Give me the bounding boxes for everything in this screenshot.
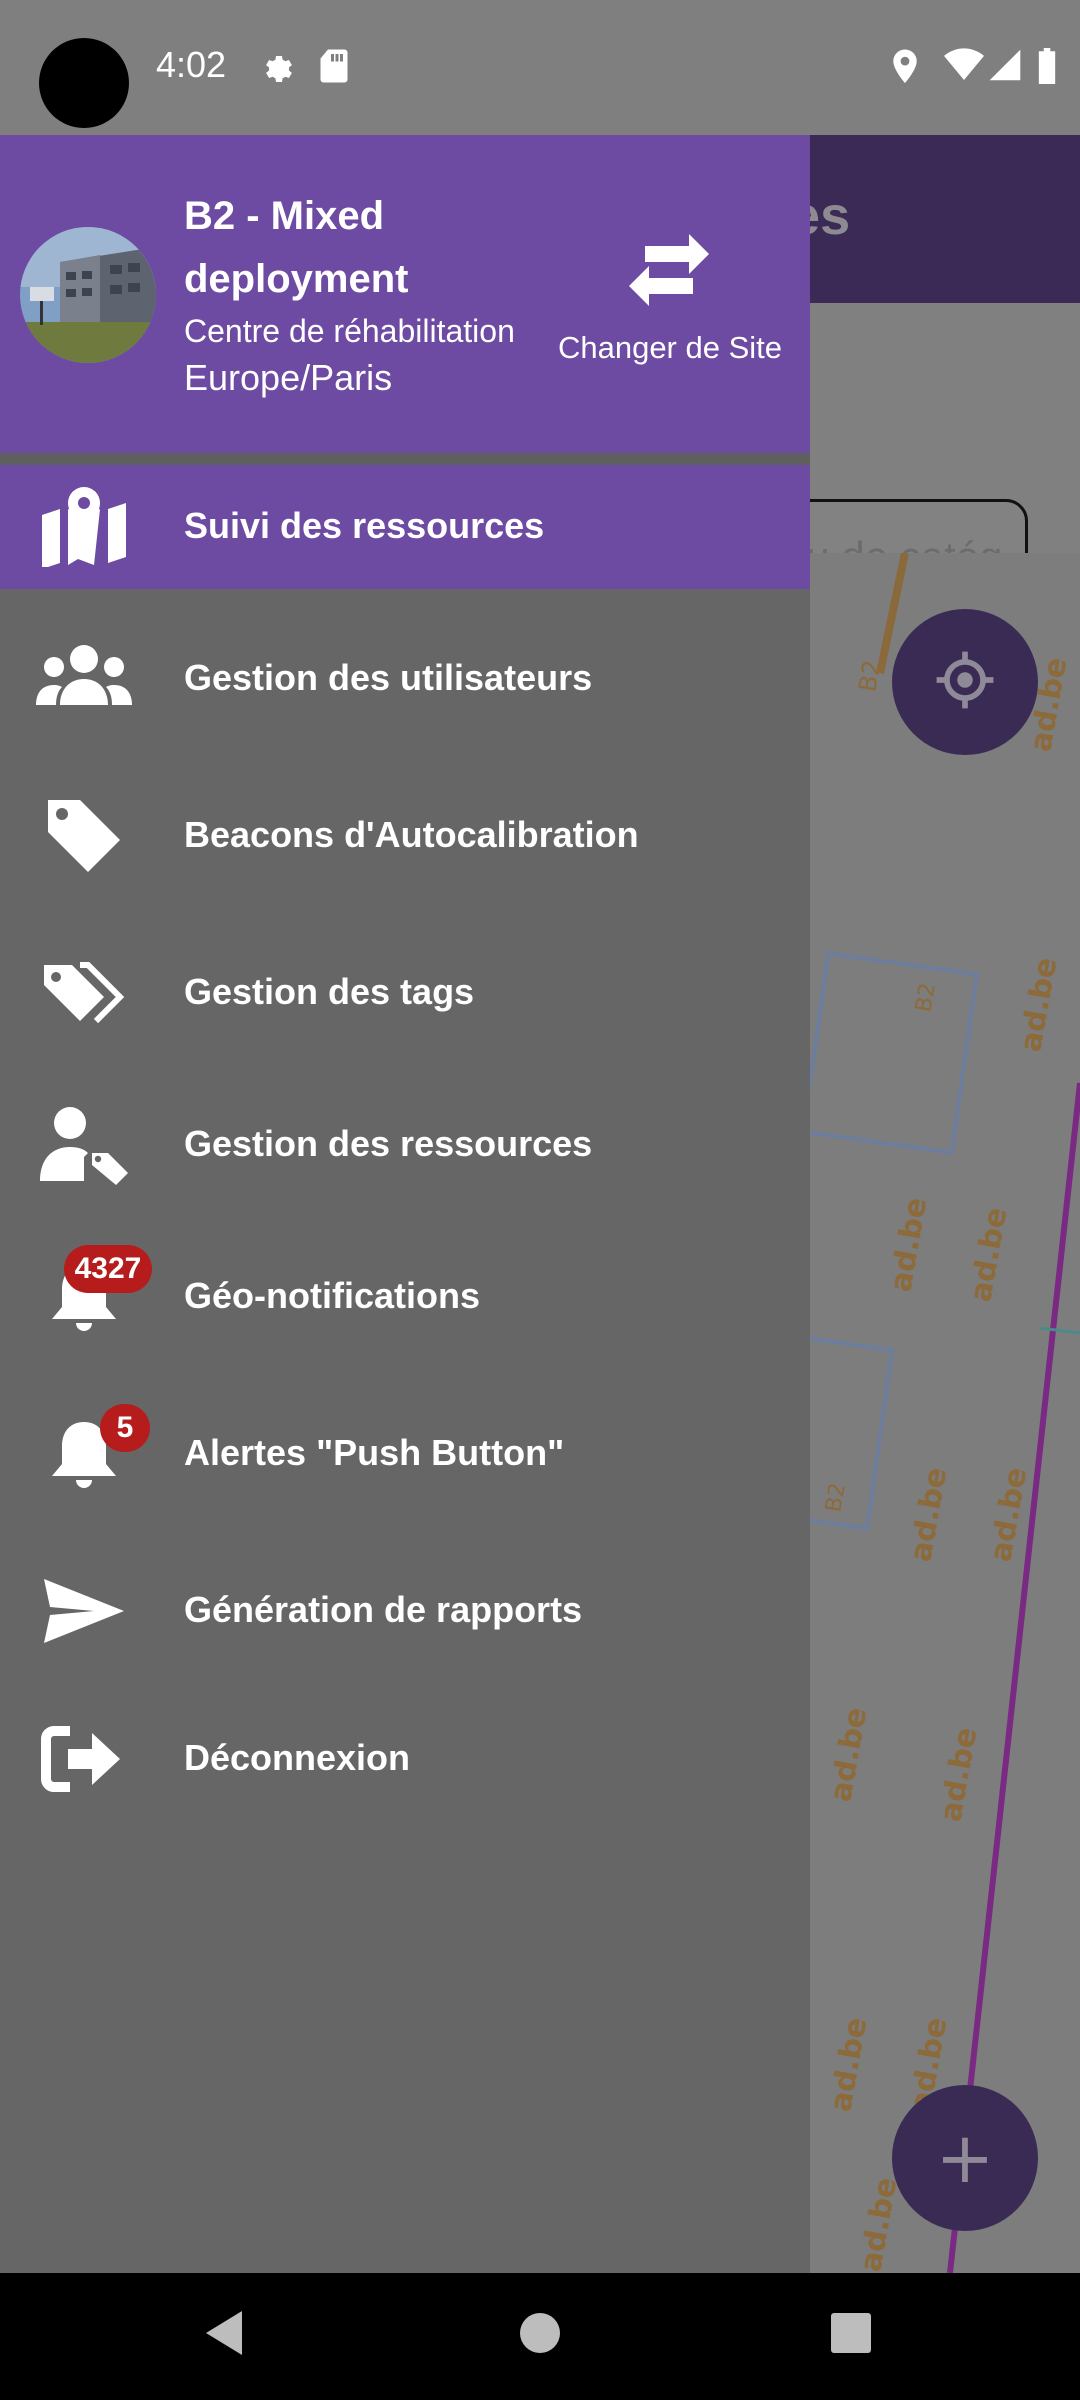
menu-item-push-button-alerts[interactable]: 5 Alertes "Push Button"	[0, 1392, 810, 1516]
menu-item-label: Gestion des tags	[184, 971, 475, 1012]
header-divider	[0, 453, 810, 465]
alert-count-badge: 5	[100, 1404, 150, 1452]
signal-icon	[988, 48, 1022, 87]
user-tag-icon	[36, 1105, 132, 1185]
menu-item-label: Gestion des utilisateurs	[184, 657, 593, 698]
battery-icon	[1036, 48, 1058, 89]
menu-item-logout[interactable]: Déconnexion	[0, 1697, 810, 1821]
drawer-header: B2 - Mixed deployment Centre de réhabili…	[0, 135, 810, 453]
tag-icon	[36, 796, 132, 876]
notification-count-badge: 4327	[64, 1245, 152, 1293]
svg-text:ad.be: ad.be	[823, 2015, 874, 2115]
menu-item-label: Suivi des ressources	[184, 505, 545, 546]
status-bar: 4:02	[0, 0, 1080, 135]
logout-icon	[36, 1719, 132, 1799]
site-avatar	[20, 227, 156, 363]
svg-text:ad.be: ad.be	[853, 2175, 904, 2273]
menu-item-label: Génération de rapports	[184, 1589, 583, 1630]
site-subtitle: Centre de réhabilitation	[184, 313, 515, 349]
system-navigation-bar	[0, 2273, 1080, 2400]
map-pin-icon	[36, 487, 132, 569]
plus-icon: +	[935, 2117, 995, 2199]
menu-item-autocalibration-beacons[interactable]: Beacons d'Autocalibration	[0, 774, 810, 898]
tags-icon	[36, 953, 132, 1033]
menu-item-label: Alertes "Push Button"	[184, 1432, 565, 1473]
svg-text:B2: B2	[911, 981, 941, 1014]
add-button[interactable]: +	[892, 2085, 1038, 2231]
wifi-icon	[944, 48, 984, 87]
menu-item-resources[interactable]: Gestion des ressources	[0, 1083, 810, 1207]
menu-item-label: Déconnexion	[184, 1737, 411, 1778]
users-icon	[36, 639, 132, 719]
site-name: B2 - Mixed deployment	[184, 194, 409, 301]
status-time: 4:02	[156, 44, 227, 85]
menu-item-label: Géo-notifications	[184, 1275, 480, 1316]
menu-item-label: Gestion des ressources	[184, 1123, 593, 1164]
change-site-button[interactable]: Changer de Site	[545, 230, 795, 420]
home-icon[interactable]	[518, 2307, 562, 2364]
camera-cutout	[39, 38, 129, 128]
change-site-label: Changer de Site	[557, 330, 783, 365]
svg-text:B2: B2	[853, 658, 886, 694]
back-icon[interactable]	[202, 2307, 248, 2364]
navigation-drawer: B2 - Mixed deployment Centre de réhabili…	[0, 135, 810, 2273]
settings-icon	[258, 48, 294, 89]
menu-item-users[interactable]: Gestion des utilisateurs	[0, 617, 810, 741]
svg-text:ad.be: ad.be	[883, 1195, 934, 1295]
svg-text:B2: B2	[821, 1481, 851, 1514]
site-timezone: Europe/Paris	[184, 357, 393, 398]
sd-card-icon	[318, 48, 350, 89]
locate-me-button[interactable]	[892, 609, 1038, 755]
menu-item-resource-tracking[interactable]: Suivi des ressources	[0, 465, 810, 589]
menu-item-report-generation[interactable]: Génération de rapports	[0, 1549, 810, 1673]
recents-icon[interactable]	[830, 2307, 872, 2364]
svg-text:ad.be: ad.be	[903, 1465, 954, 1565]
svg-text:ad.be: ad.be	[1013, 955, 1064, 1055]
svg-text:ad.be: ad.be	[823, 1705, 874, 1805]
menu-item-label: Beacons d'Autocalibration	[184, 814, 639, 855]
menu-item-tags[interactable]: Gestion des tags	[0, 931, 810, 1055]
crosshairs-icon	[934, 649, 996, 716]
swap-arrows-icon	[629, 234, 709, 306]
svg-text:ad.be: ad.be	[933, 1725, 984, 1825]
menu-item-geo-notifications[interactable]: 4327 Géo-notifications	[0, 1235, 810, 1359]
svg-text:ad.be: ad.be	[963, 1205, 1014, 1305]
location-icon	[890, 48, 920, 91]
send-icon	[36, 1571, 132, 1651]
